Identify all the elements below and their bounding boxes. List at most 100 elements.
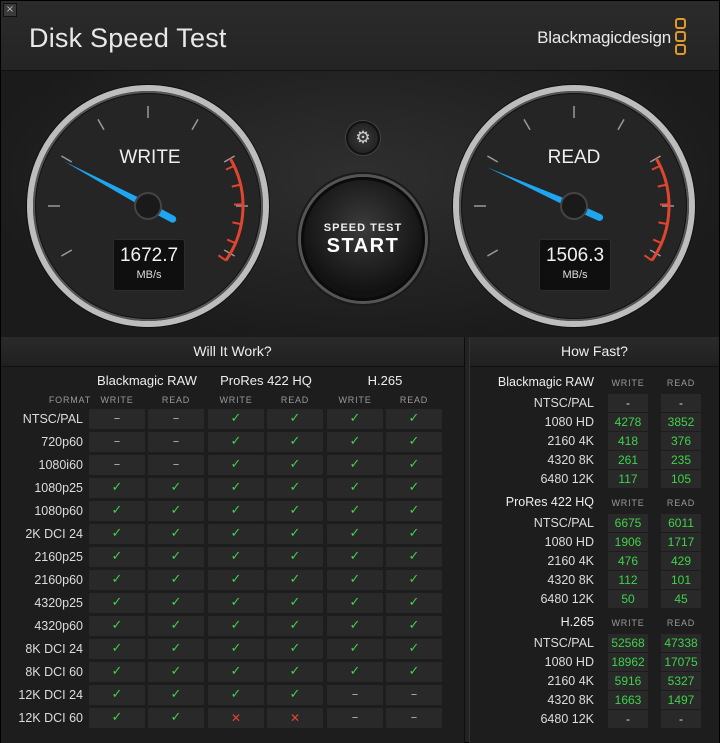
- write-column-header: WRITE: [338, 395, 372, 405]
- start-button-caption: SPEED TEST: [323, 222, 403, 234]
- check-icon: ✓: [267, 616, 323, 636]
- check-icon: ✓: [89, 662, 145, 682]
- write-fps-value: 112: [608, 571, 648, 589]
- check-icon: ✓: [208, 478, 264, 498]
- cross-icon: ✕: [267, 708, 323, 728]
- check-icon: ✓: [267, 432, 323, 452]
- check-icon: ✓: [386, 662, 442, 682]
- dash-icon: –: [386, 708, 442, 728]
- check-icon: ✓: [327, 616, 383, 636]
- check-icon: ✓: [327, 570, 383, 590]
- gauge-hub: [134, 192, 162, 220]
- read-fps-value: -: [661, 710, 701, 728]
- check-icon: ✓: [89, 593, 145, 613]
- read-column-header: READ: [666, 378, 696, 388]
- check-icon: ✓: [208, 616, 264, 636]
- check-icon: ✓: [148, 639, 204, 659]
- speed-test-start-button[interactable]: SPEED TEST START: [301, 177, 425, 301]
- read-gauge-label: READ: [547, 147, 601, 168]
- write-column-header: WRITE: [611, 618, 645, 628]
- brand-name: Blackmagicdesign: [537, 28, 671, 47]
- resolution-label: 4320 8K: [547, 573, 594, 587]
- check-icon: ✓: [327, 432, 383, 452]
- check-icon: ✓: [386, 501, 442, 521]
- dash-icon: –: [89, 409, 145, 429]
- read-fps-value: 47338: [661, 634, 701, 652]
- check-icon: ✓: [148, 501, 204, 521]
- check-icon: ✓: [327, 593, 383, 613]
- read-fps-value: 1497: [661, 691, 701, 709]
- check-icon: ✓: [267, 409, 323, 429]
- check-icon: ✓: [267, 524, 323, 544]
- format-label: 1080p60: [34, 504, 83, 518]
- read-fps-value: 105: [661, 470, 701, 488]
- check-icon: ✓: [386, 547, 442, 567]
- codec-group-header: ProRes 422 HQ: [505, 495, 594, 509]
- format-label: 12K DCI 24: [18, 688, 83, 702]
- check-icon: ✓: [148, 547, 204, 567]
- check-icon: ✓: [327, 547, 383, 567]
- check-icon: ✓: [148, 593, 204, 613]
- check-icon: ✓: [148, 685, 204, 705]
- check-icon: ✓: [208, 639, 264, 659]
- check-icon: ✓: [89, 639, 145, 659]
- check-icon: ✓: [327, 639, 383, 659]
- check-icon: ✓: [89, 501, 145, 521]
- start-button-label: START: [326, 235, 400, 257]
- read-gauge: [452, 84, 696, 328]
- format-label: 8K DCI 60: [25, 665, 83, 679]
- write-column-header: WRITE: [611, 498, 645, 508]
- dash-icon: –: [386, 685, 442, 705]
- check-icon: ✓: [386, 593, 442, 613]
- write-column-header: WRITE: [100, 395, 134, 405]
- format-label: 720p60: [41, 435, 83, 449]
- blackmagic-logo-icon: [675, 18, 687, 58]
- resolution-label: 6480 12K: [540, 712, 594, 726]
- write-speed-unit: MB/s: [136, 269, 162, 281]
- check-icon: ✓: [327, 478, 383, 498]
- check-icon: ✓: [386, 409, 442, 429]
- title-bar: Disk Speed Test Blackmagicdesign: [1, 1, 719, 71]
- dash-icon: –: [327, 685, 383, 705]
- close-button[interactable]: ×: [3, 3, 17, 17]
- write-fps-value: 1663: [608, 691, 648, 709]
- check-icon: ✓: [208, 662, 264, 682]
- check-icon: ✓: [386, 616, 442, 636]
- format-label: 2160p25: [34, 550, 83, 564]
- dash-icon: –: [89, 432, 145, 452]
- resolution-label: 2160 4K: [547, 434, 594, 448]
- check-icon: ✓: [327, 524, 383, 544]
- resolution-label: 6480 12K: [540, 592, 594, 606]
- settings-button[interactable]: ⚙: [346, 121, 380, 155]
- check-icon: ✓: [148, 478, 204, 498]
- check-icon: ✓: [386, 478, 442, 498]
- format-label: 4320p60: [34, 619, 83, 633]
- app-title: Disk Speed Test: [29, 23, 227, 53]
- write-fps-value: 1906: [608, 533, 648, 551]
- write-gauge: [26, 84, 270, 328]
- check-icon: ✓: [386, 639, 442, 659]
- write-fps-value: -: [608, 394, 648, 412]
- read-fps-value: 5327: [661, 672, 701, 690]
- check-icon: ✓: [267, 639, 323, 659]
- read-fps-value: 235: [661, 451, 701, 469]
- format-label: NTSC/PAL: [22, 412, 83, 426]
- format-label: 1080i60: [38, 458, 84, 472]
- will-it-work-panel: Will It Work? Blackmagic RAW WRITE READ Pro…: [1, 337, 465, 743]
- check-icon: ✓: [148, 708, 204, 728]
- resolution-label: 4320 8K: [547, 453, 594, 467]
- check-icon: ✓: [386, 524, 442, 544]
- read-column-header: READ: [666, 498, 696, 508]
- check-icon: ✓: [267, 501, 323, 521]
- check-icon: ✓: [267, 593, 323, 613]
- check-icon: ✓: [327, 501, 383, 521]
- check-icon: ✓: [208, 409, 264, 429]
- read-fps-value: 376: [661, 432, 701, 450]
- cross-icon: ✕: [208, 708, 264, 728]
- write-fps-value: 5916: [608, 672, 648, 690]
- write-fps-value: 261: [608, 451, 648, 469]
- read-fps-value: 1717: [661, 533, 701, 551]
- check-icon: ✓: [89, 616, 145, 636]
- resolution-label: 4320 8K: [547, 693, 594, 707]
- codec-group-header: Blackmagic RAW: [497, 375, 594, 389]
